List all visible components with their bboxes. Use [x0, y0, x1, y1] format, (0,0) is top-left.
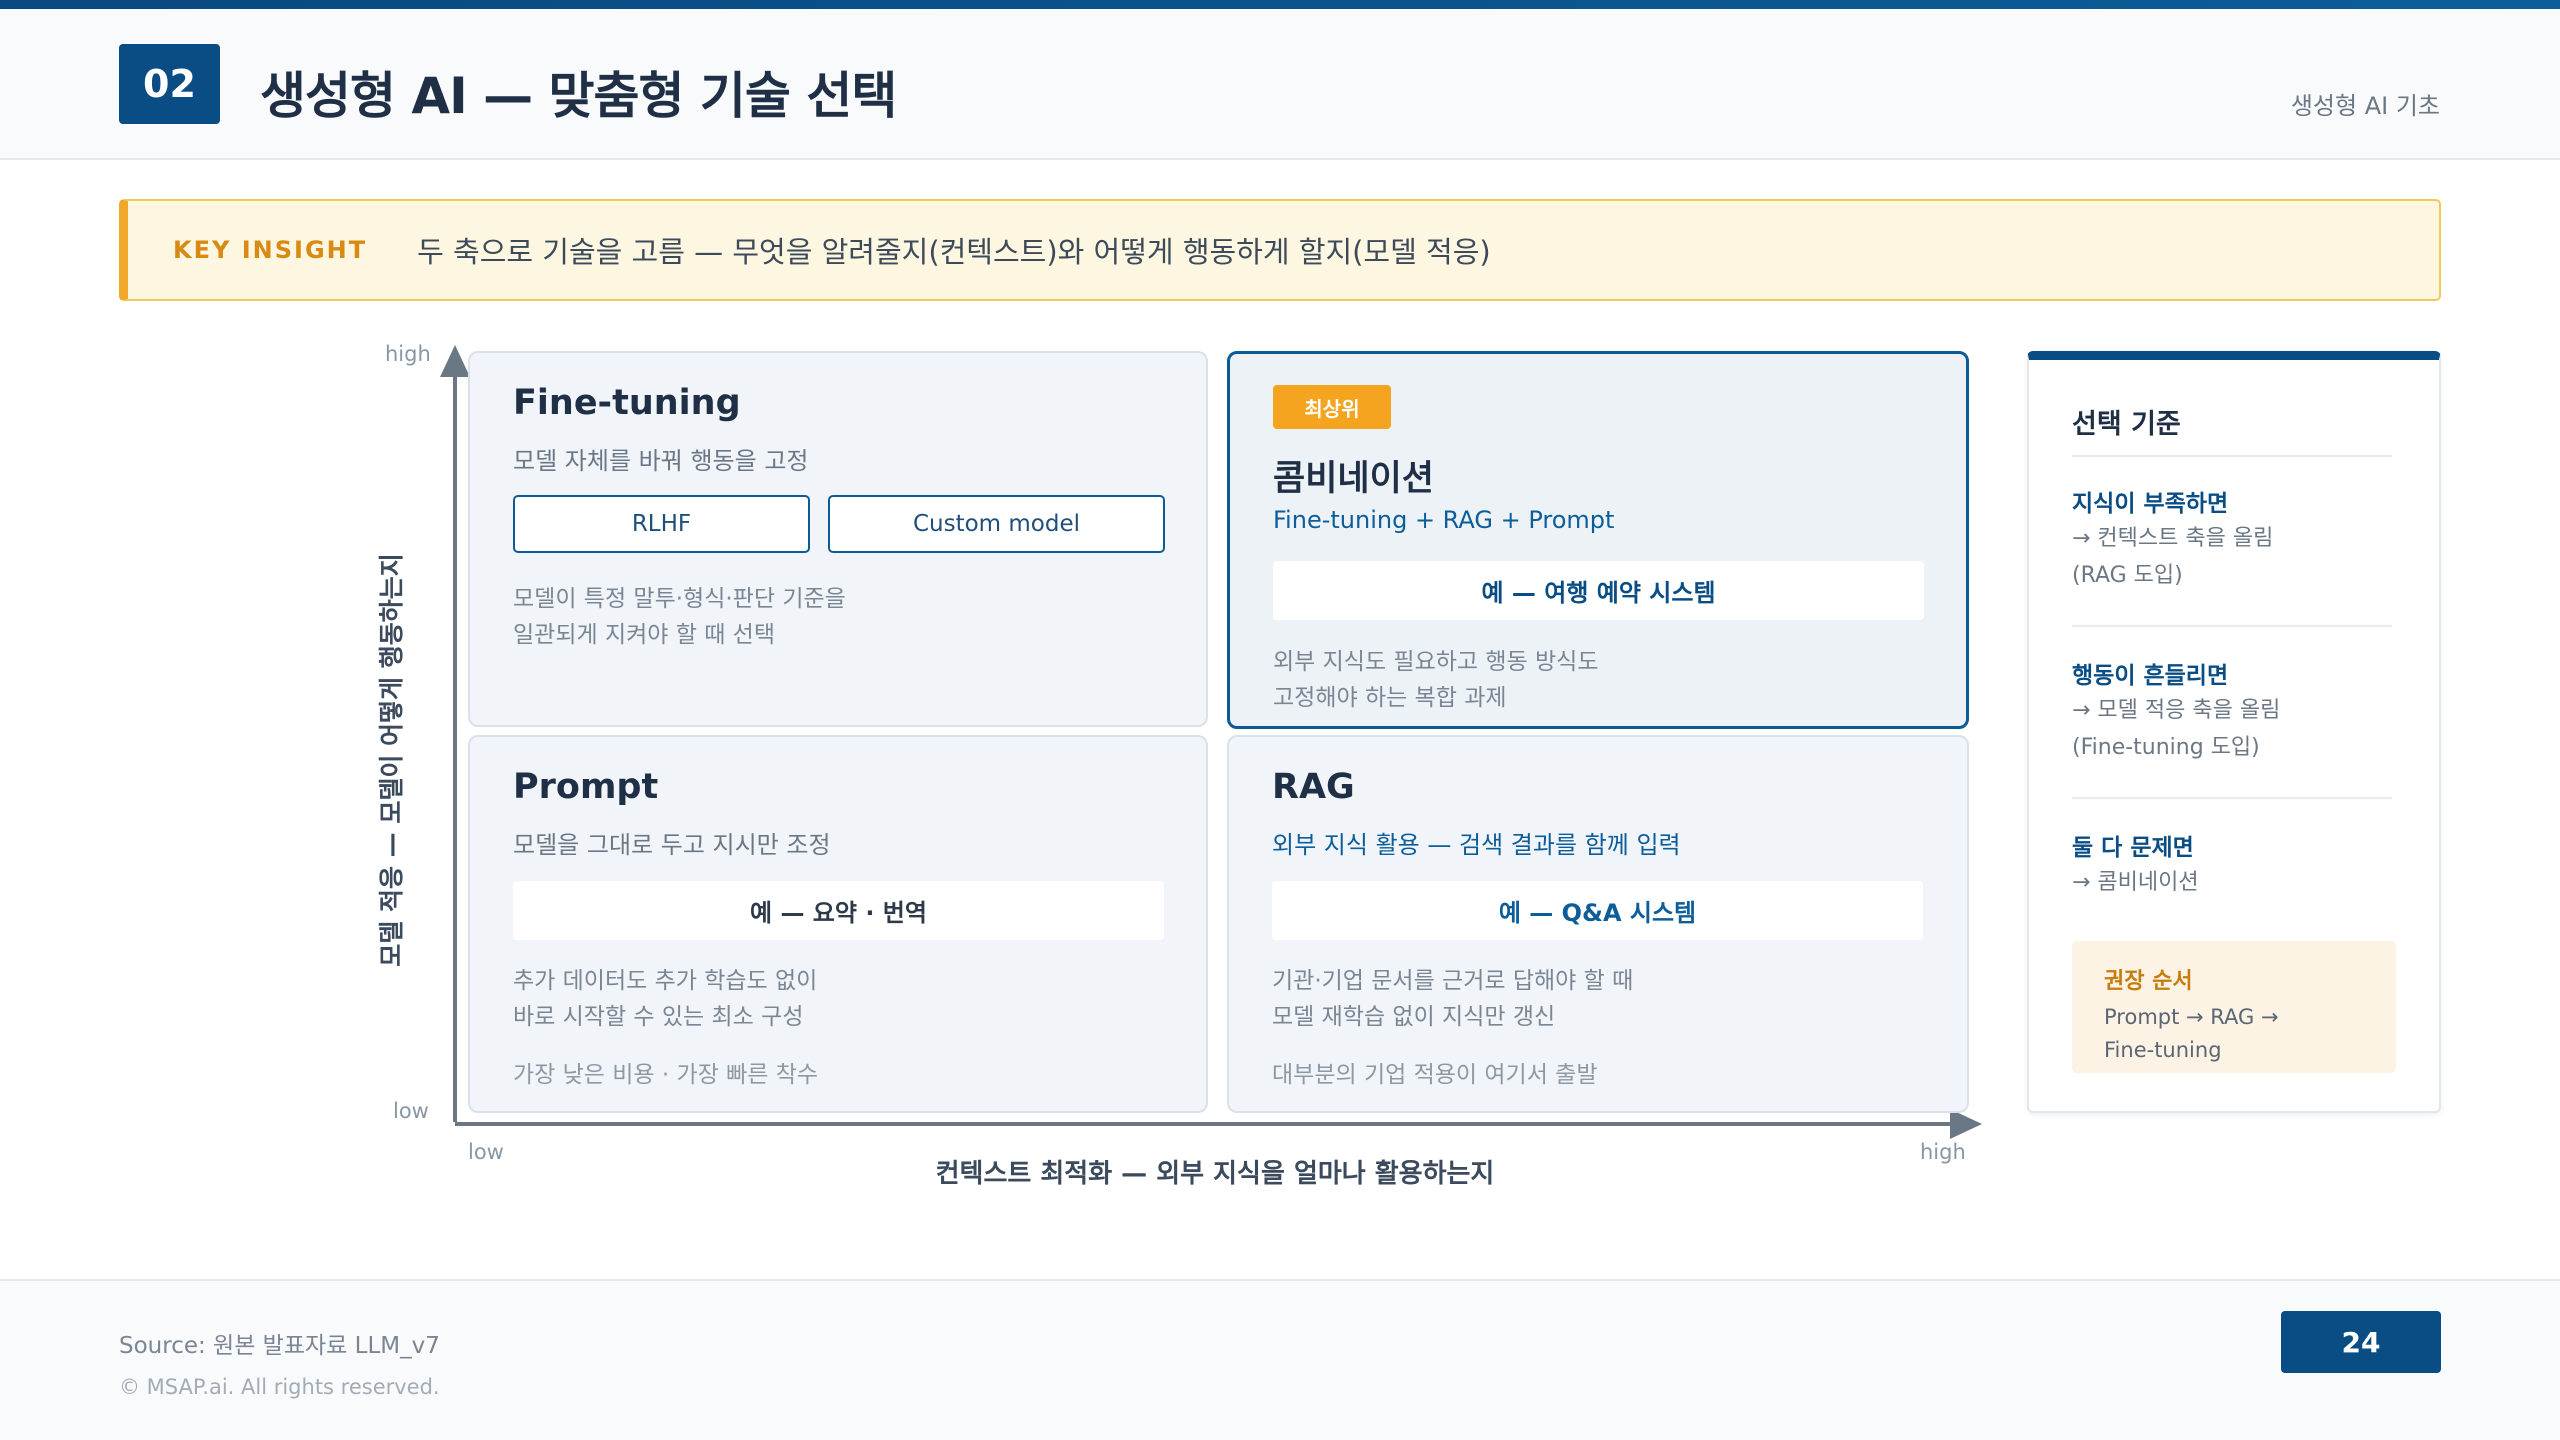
top-accent-bar	[0, 0, 2560, 9]
criteria-divider	[2072, 625, 2392, 627]
criteria-item-line1: → 콤비네이션	[2072, 870, 2199, 895]
quadrant-title: 콤비네이션	[1273, 459, 1435, 499]
course-label: 생성형 AI 기초	[2290, 92, 2440, 120]
quadrant-desc-line1: 모델이 특정 말투·형식·판단 기준을	[513, 586, 846, 612]
copyright-text: © MSAP.ai. All rights reserved.	[119, 1375, 440, 1399]
quadrant-finetuning: Fine-tuning 모델 자체를 바꿔 행동을 고정 RLHF Custom…	[468, 351, 1208, 727]
quadrant-subtitle: 모델 자체를 바꿔 행동을 고정	[513, 447, 809, 475]
y-axis-title: 모델 적응 — 모델이 어떻게 행동하는지	[377, 553, 406, 967]
quadrant-desc-line2: 일관되게 지켜야 할 때 선택	[513, 622, 776, 648]
criteria-item-line2: (Fine-tuning 도입)	[2072, 735, 2260, 760]
quadrant-title: Fine-tuning	[513, 383, 741, 423]
criteria-item-heading: 지식이 부족하면	[2072, 491, 2229, 517]
x-axis-arrow	[1950, 1109, 1982, 1139]
quadrant-subtitle: Fine-tuning + RAG + Prompt	[1273, 506, 1615, 534]
quadrant-desc-line2: 모델 재학습 없이 지식만 갱신	[1272, 1004, 1556, 1030]
tag-custom-model: Custom model	[828, 495, 1165, 553]
quadrant-note: 대부분의 기업 적용이 여기서 출발	[1272, 1062, 1598, 1088]
quadrant-title: RAG	[1272, 767, 1355, 807]
tag-rlhf: RLHF	[513, 495, 810, 553]
source-text: Source: 원본 발표자료 LLM_v7	[119, 1333, 440, 1359]
quadrant-rag: RAG 외부 지식 활용 — 검색 결과를 함께 입력 예 — Q&A 시스템 …	[1227, 735, 1969, 1113]
selection-criteria-panel: 선택 기준 지식이 부족하면 → 컨텍스트 축을 올림 (RAG 도입) 행동이…	[2027, 351, 2441, 1113]
slide-title: 생성형 AI — 맞춤형 기술 선택	[260, 67, 897, 125]
criteria-divider	[2072, 455, 2392, 457]
criteria-title: 선택 기준	[2072, 409, 2181, 440]
quadrant-desc-line1: 추가 데이터도 추가 학습도 없이	[513, 968, 818, 994]
x-axis-high-label: high	[1920, 1140, 1966, 1164]
quadrant-desc-line2: 고정해야 하는 복합 과제	[1273, 685, 1507, 711]
quadrant-combination: 최상위 콤비네이션 Fine-tuning + RAG + Prompt 예 —…	[1227, 351, 1969, 729]
quadrant-subtitle: 모델을 그대로 두고 지시만 조정	[513, 831, 831, 859]
insight-text: 두 축으로 기술을 고름 — 무엇을 알려줄지(컨텍스트)와 어떻게 행동하게 …	[417, 235, 1491, 269]
page-number: 24	[2281, 1311, 2441, 1373]
quadrant-note: 가장 낮은 비용 · 가장 빠른 착수	[513, 1062, 819, 1088]
quadrant-prompt: Prompt 모델을 그대로 두고 지시만 조정 예 — 요약 · 번역 추가 …	[468, 735, 1208, 1113]
example-box: 예 — Q&A 시스템	[1272, 881, 1923, 940]
recommended-order-line1: Prompt → RAG →	[2104, 1005, 2279, 1029]
x-axis-line	[455, 1122, 1975, 1126]
insight-tag: KEY INSIGHT	[173, 236, 368, 264]
recommended-order-box: 권장 순서 Prompt → RAG → Fine-tuning	[2072, 941, 2396, 1073]
criteria-item-heading: 행동이 흔들리면	[2072, 663, 2229, 689]
example-box: 예 — 여행 예약 시스템	[1273, 561, 1924, 620]
section-number-badge: 02	[119, 44, 220, 124]
key-insight-box: KEY INSIGHT 두 축으로 기술을 고름 — 무엇을 알려줄지(컨텍스트…	[119, 199, 2441, 301]
quadrant-title: Prompt	[513, 767, 659, 807]
y-axis-low-label: low	[393, 1099, 429, 1123]
quadrant-desc-line2: 바로 시작할 수 있는 최소 구성	[513, 1004, 804, 1030]
criteria-item-line2: (RAG 도입)	[2072, 563, 2183, 588]
criteria-divider	[2072, 797, 2392, 799]
quadrant-desc-line1: 외부 지식도 필요하고 행동 방식도	[1273, 649, 1599, 675]
criteria-item-heading: 둘 다 문제면	[2072, 835, 2194, 861]
quadrant-desc-line1: 기관·기업 문서를 근거로 답해야 할 때	[1272, 968, 1634, 994]
criteria-item-line1: → 모델 적응 축을 올림	[2072, 698, 2281, 723]
quadrant-subtitle: 외부 지식 활용 — 검색 결과를 함께 입력	[1272, 831, 1681, 859]
criteria-item-line1: → 컨텍스트 축을 올림	[2072, 526, 2274, 551]
x-axis-low-label: low	[468, 1140, 504, 1164]
y-axis-line	[453, 372, 457, 1122]
top-tier-badge: 최상위	[1273, 385, 1391, 429]
recommended-order-line2: Fine-tuning	[2104, 1038, 2222, 1062]
recommended-order-heading: 권장 순서	[2104, 969, 2193, 994]
x-axis-title: 컨텍스트 최적화 — 외부 지식을 얼마나 활용하는지	[935, 1159, 1495, 1189]
example-box: 예 — 요약 · 번역	[513, 881, 1164, 940]
y-axis-high-label: high	[385, 342, 431, 366]
slide-header: 02 생성형 AI — 맞춤형 기술 선택 생성형 AI 기초	[0, 9, 2560, 160]
slide-footer: Source: 원본 발표자료 LLM_v7 © MSAP.ai. All ri…	[0, 1279, 2560, 1440]
